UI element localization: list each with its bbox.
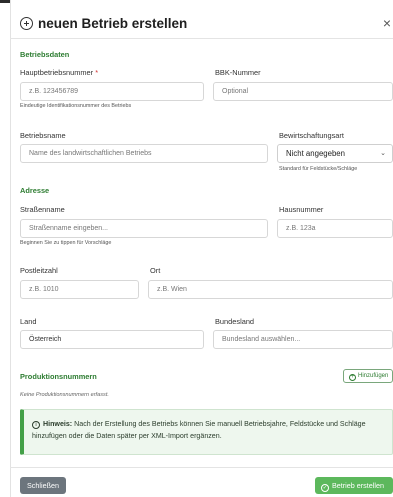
land-input[interactable]: Österreich [20, 330, 204, 349]
bundesland-input[interactable]: Bundesland auswählen... [213, 330, 393, 349]
bewirtschaftungsart-select[interactable]: Nicht angegeben ⌄ [277, 144, 393, 163]
bewirtschaftungsart-selected: Nicht angegeben [286, 149, 345, 158]
dialog-header: neuen Betrieb erstellen × [10, 6, 393, 39]
label-hausnummer: Hausnummer [279, 205, 324, 214]
label-bundesland: Bundesland [215, 317, 255, 326]
ort-input[interactable]: z.B. Wien [148, 280, 393, 299]
hausnummer-input[interactable]: z.B. 123a [277, 219, 393, 238]
label-ort: Ort [150, 266, 161, 275]
betriebsname-input[interactable]: Name des landwirtschaftlichen Betriebs [20, 144, 268, 163]
help-strassenname: Beginnen Sie zu tippen für Vorschläge [20, 240, 112, 246]
strassenname-input[interactable]: Straßenname eingeben... [20, 219, 268, 238]
section-adresse: Adresse [20, 186, 50, 195]
label-bbk-nummer: BBK-Nummer [215, 68, 261, 77]
label-betriebsname: Betriebsname [20, 131, 66, 140]
plus-circle-icon: + [349, 374, 356, 381]
create-farm-label: Betrieb erstellen [332, 481, 384, 490]
bbk-nummer-input[interactable]: Optional [213, 82, 393, 101]
section-betriebsdaten: Betriebsdaten [20, 50, 70, 59]
add-produktionsnummer-label: Hinzufügen [358, 373, 389, 379]
dialog-title-text: neuen Betrieb erstellen [38, 16, 188, 31]
required-mark: * [95, 68, 99, 77]
dialog-title: neuen Betrieb erstellen [20, 15, 187, 31]
hint-body: Nach der Erstellung des Betriebs können … [32, 420, 366, 440]
help-hauptbetriebsnummer: Eindeutige Identifikationsnummer des Bet… [20, 103, 132, 109]
close-icon[interactable]: × [383, 15, 391, 31]
label-hauptbetriebsnummer: Hauptbetriebsnummer * [20, 68, 99, 77]
help-bewirtschaftungsart: Standard für Feldstücke/Schläge [279, 166, 358, 172]
add-produktionsnummer-button[interactable]: + Hinzufügen [343, 369, 393, 383]
produktionsnummern-empty-text: Keine Produktionsnummern erfasst. [20, 392, 109, 398]
label-strassenname: Straßenname [20, 205, 65, 214]
label-bewirtschaftungsart: Bewirtschaftungsart [279, 131, 344, 140]
create-farm-button[interactable]: ✓ Betrieb erstellen [315, 477, 393, 494]
hint-bold-label: Hinweis: [43, 420, 73, 428]
label-postleitzahl: Postleitzahl [20, 266, 58, 275]
chevron-down-icon: ⌄ [380, 150, 386, 157]
check-circle-icon: ✓ [321, 484, 329, 492]
postleitzahl-input[interactable]: z.B. 1010 [20, 280, 139, 299]
hauptbetriebsnummer-input[interactable]: z.B. 123456789 [20, 82, 204, 101]
hint-alert: i Hinweis: Nach der Erstellung des Betrie… [20, 409, 393, 455]
section-produktionsnummern: Produktionsnummern [20, 372, 97, 381]
close-button[interactable]: Schließen [20, 477, 66, 494]
label-land: Land [20, 317, 37, 326]
info-icon: i [32, 421, 40, 429]
hint-text: i Hinweis: Nach der Erstellung des Betrie… [32, 419, 392, 442]
plus-circle-icon [20, 17, 33, 30]
